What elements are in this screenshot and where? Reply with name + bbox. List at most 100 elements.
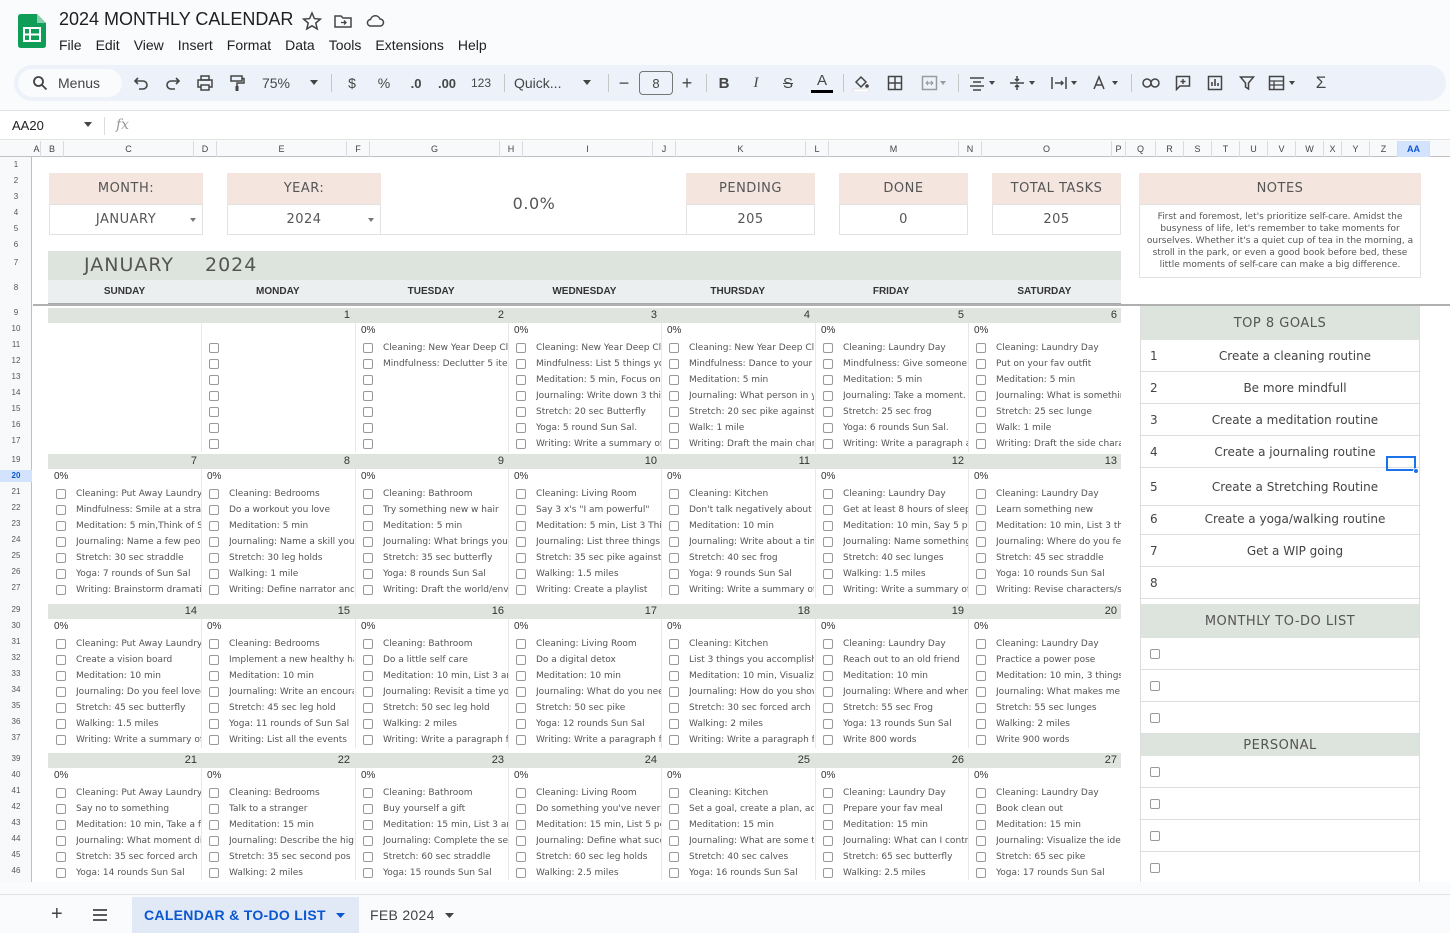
task-checkbox[interactable] [363,407,373,417]
task-text[interactable]: Stretch: 25 sec frog [843,404,968,420]
menu-insert[interactable]: Insert [171,35,220,55]
fill-handle[interactable] [1413,468,1419,474]
italic-button[interactable]: I [746,65,766,101]
task-text[interactable]: Journaling: Name a skill you're [229,534,354,550]
task-checkbox[interactable] [209,868,219,878]
task-checkbox[interactable] [823,788,833,798]
column-header[interactable]: C [64,141,194,157]
todo-row[interactable] [1140,702,1420,734]
task-checkbox[interactable] [669,343,679,353]
task-text[interactable]: Cleaning: Laundry Day [843,785,968,801]
row-header[interactable]: 24 [0,534,32,546]
task-text[interactable]: Meditation: 10 min, List 3 things you [996,518,1121,534]
row-header[interactable]: 34 [0,684,32,696]
task-text[interactable]: Journaling: Take a moment. W [843,388,968,404]
row-header[interactable]: 17 [0,435,32,447]
task-text[interactable]: Journaling: How do you show [689,684,814,700]
task-text[interactable]: Do a digital detox [536,652,661,668]
todo-checkbox[interactable] [1150,649,1160,659]
task-checkbox[interactable] [669,569,679,579]
cloud-status-icon[interactable] [365,11,385,31]
task-text[interactable]: Cleaning: Put Away Laundry [76,486,201,502]
task-checkbox[interactable] [209,804,219,814]
task-checkbox[interactable] [209,719,219,729]
task-checkbox[interactable] [669,655,679,665]
task-checkbox[interactable] [516,343,526,353]
row-header[interactable]: 12 [0,355,32,367]
task-checkbox[interactable] [516,505,526,515]
task-text[interactable]: Meditation: 10 min, Say 5 posit [843,518,968,534]
task-checkbox[interactable] [976,423,986,433]
column-header[interactable]: J [653,141,676,157]
borders-button[interactable] [884,65,906,101]
task-checkbox[interactable] [56,836,66,846]
task-checkbox[interactable] [209,671,219,681]
task-checkbox[interactable] [976,407,986,417]
task-checkbox[interactable] [516,537,526,547]
column-header[interactable]: Z [1370,141,1398,157]
row-header[interactable]: 25 [0,550,32,562]
column-header[interactable]: T [1212,141,1240,157]
task-text[interactable]: Stretch: 45 sec butterfly [76,700,201,716]
column-header[interactable]: R [1156,141,1184,157]
task-text[interactable]: Cleaning: Laundry Day [996,486,1121,502]
row-header[interactable]: 11 [0,339,32,351]
task-text[interactable]: Stretch: 20 sec Butterfly [536,404,661,420]
task-text[interactable]: Journaling: Write down 3 thing [536,388,661,404]
personal-checkbox[interactable] [1150,767,1160,777]
task-text[interactable]: Stretch: 35 sec second pos [229,849,354,865]
task-text[interactable] [383,436,508,452]
personal-checkbox[interactable] [1150,863,1160,873]
task-checkbox[interactable] [363,423,373,433]
task-checkbox[interactable] [669,719,679,729]
filter-views-button[interactable] [1266,65,1300,101]
functions-button[interactable]: Σ [1310,65,1332,101]
task-checkbox[interactable] [209,788,219,798]
task-text[interactable]: Meditation: 15 min, List 3 amaz [383,817,508,833]
task-checkbox[interactable] [363,836,373,846]
task-text[interactable]: Meditation: 10 min, Visualize a [689,668,814,684]
row-header[interactable]: 7 [0,257,32,269]
task-checkbox[interactable] [363,375,373,385]
task-checkbox[interactable] [823,804,833,814]
tab-dropdown-icon[interactable] [444,912,454,918]
task-text[interactable]: Stretch: 35 sec butterfly [383,550,508,566]
task-checkbox[interactable] [669,537,679,547]
task-checkbox[interactable] [56,489,66,499]
star-icon[interactable] [302,11,322,31]
task-checkbox[interactable] [209,655,219,665]
task-checkbox[interactable] [669,521,679,531]
goal-row[interactable]: 8 [1140,567,1420,599]
task-text[interactable]: Stretch: 35 sec forced arch [76,849,201,865]
row-header[interactable]: 45 [0,849,32,861]
task-text[interactable]: Walking: 2 miles [229,865,354,881]
task-checkbox[interactable] [669,423,679,433]
task-text[interactable]: Journaling: Complete the sent [383,833,508,849]
menu-tools[interactable]: Tools [322,35,369,55]
task-text[interactable]: Mindfulness: Declutter 5 items [383,356,508,372]
task-checkbox[interactable] [823,703,833,713]
column-header[interactable]: A [33,141,41,157]
decrease-font-size-button[interactable]: − [614,65,634,101]
goal-row[interactable]: 5 Create a Stretching Routine [1140,471,1420,506]
task-checkbox[interactable] [516,639,526,649]
task-checkbox[interactable] [363,639,373,649]
column-header[interactable]: P [1112,141,1126,157]
task-text[interactable]: Stretch: 30 sec straddle [76,550,201,566]
task-text[interactable]: Meditation: 5 min [843,372,968,388]
task-checkbox[interactable] [823,719,833,729]
task-checkbox[interactable] [669,375,679,385]
task-checkbox[interactable] [669,703,679,713]
column-header[interactable]: N [959,141,982,157]
task-checkbox[interactable] [363,569,373,579]
task-text[interactable]: Stretch: 50 sec leg hold [383,700,508,716]
task-checkbox[interactable] [669,788,679,798]
task-checkbox[interactable] [363,671,373,681]
task-text[interactable]: Cleaning: New Year Deep Clea [536,340,661,356]
task-checkbox[interactable] [209,836,219,846]
task-checkbox[interactable] [976,836,986,846]
column-header[interactable]: D [194,141,217,157]
task-text[interactable]: Implement a new healthy habi [229,652,354,668]
task-text[interactable]: Walking: 2 miles [996,716,1121,732]
task-text[interactable]: Cleaning: Living Room [536,636,661,652]
